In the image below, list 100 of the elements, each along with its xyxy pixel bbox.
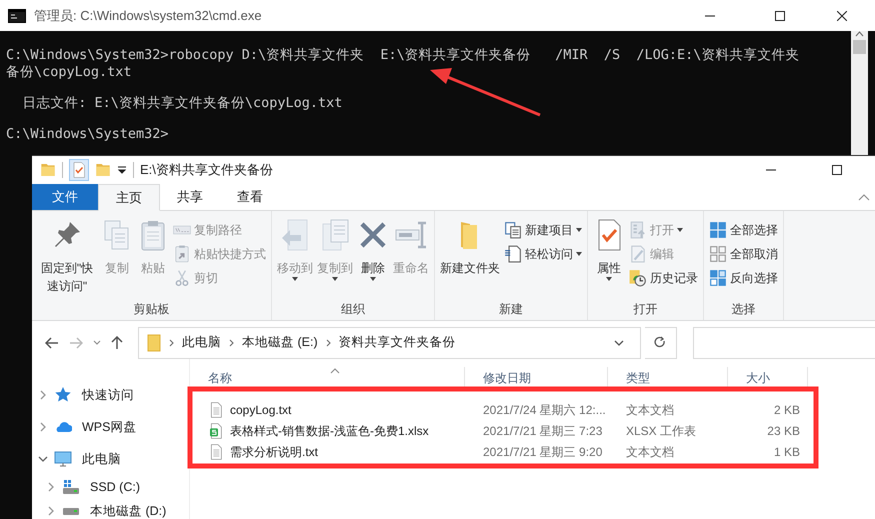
column-header[interactable]: 类型 [626,369,650,387]
table-cell: 2021/7/21 星期三 7:23 [483,424,602,438]
tree-item[interactable]: 此电脑 [32,443,189,475]
maximize-icon [832,165,842,175]
table-cell: XLSX 工作表 [626,424,696,438]
chevron-down-icon [38,454,48,464]
grid-icon [709,269,727,287]
chevron-right-icon [38,390,48,400]
group-label: 组织 [340,301,366,318]
console-line: 日志文件: E:\资料共享文件夹备份\copyLog.txt [21,95,342,112]
caret-icon [370,277,376,281]
table-cell: 1 KB [774,444,800,458]
column-header[interactable]: 大小 [746,369,770,387]
caret-icon [677,228,683,232]
search-field[interactable] [692,326,875,358]
text-file-icon [208,442,224,460]
toolbar-button[interactable] [69,159,89,181]
grid-icon [709,221,727,239]
breadcrumb-item[interactable]: 资料共享文件夹备份 [338,333,456,352]
text-file-icon [208,400,224,418]
ribbon-button[interactable]: 全部取消 [708,243,779,265]
breadcrumb-item[interactable]: 此电脑 [182,333,221,352]
chevron-right-icon [46,506,56,516]
tree-item[interactable]: SSD (C:) [32,475,189,499]
ribbon-tab[interactable]: 主页 [98,184,160,211]
ribbon-button[interactable]: 轻松访问 [503,243,583,265]
console-line: C:\Windows\System32>robocopy D:\资料共享文件夹 E:\资料共享文件夹备份 /MIR /S /LOG:E:\资料共享文件夹 [6,47,800,64]
chevron-down-icon [614,340,624,346]
tree-item[interactable]: 快速访问 [32,379,189,411]
caret-icon [606,277,612,281]
tree-item[interactable]: WPS网盘 [32,411,189,443]
spreadsheet-file-icon [208,422,224,440]
ribbon-button[interactable]: 删除 [356,215,390,300]
table-cell: 2 KB [774,402,800,416]
address-bar[interactable]: 此电脑 本地磁盘 (E:) 资料共享文件夹备份 [138,326,641,358]
refresh-button[interactable] [644,326,677,358]
column-header[interactable]: 修改日期 [483,369,531,387]
group-label: 打开 [632,301,658,318]
file-row[interactable]: 表格样式-销售数据-浅蓝色-免费1.xlsx 2021/7/21 星期三 7:23 XLSX 工作表 23 KB [190,420,875,441]
refresh-icon [654,336,666,349]
window-title: 管理员: C:\Windows\system32\cmd.exe [34,6,263,25]
file-name: 表格样式-销售数据-浅蓝色-免费1.xlsx [230,422,429,440]
folder-icon [95,162,111,178]
ribbon-button[interactable]: 历史记录 [628,267,699,289]
console-line: 备份\copyLog.txt [6,64,132,81]
group-label: 剪贴板 [132,301,170,318]
caret-icon [576,228,582,232]
group-label: 新建 [498,301,524,318]
monitor-icon [54,450,72,468]
chevron-right-icon [326,338,331,346]
chevron-right-icon [229,338,234,346]
file-row[interactable]: 需求分析说明.txt 2021/7/21 星期三 9:20 文本文档 1 KB [190,441,875,462]
page-icon [504,245,522,263]
dropdown-icon [117,166,127,174]
page-icon [629,221,647,239]
drive-icon [62,506,80,516]
table-cell: 文本文档 [626,444,674,458]
close-icon [837,10,847,20]
up-icon [111,336,123,350]
ribbon-button[interactable]: 新建文件夹 [439,215,501,300]
ribbon-tab[interactable]: 共享 [160,184,220,210]
group-label: 选择 [730,301,756,318]
table-cell: 23 KB [767,424,800,438]
folder-icon [40,162,56,178]
chevron-right-icon [169,338,174,346]
scissors-icon [173,269,191,287]
scroll-bar[interactable] [851,31,868,155]
ribbon-button[interactable]: 属性 [592,215,626,300]
column-header[interactable]: 名称 [208,369,232,387]
pencil-page-icon [629,245,647,263]
console-line: C:\Windows\System32> [6,126,169,143]
console-app-icon [8,8,26,22]
ribbon-button[interactable]: 新建项目 [503,219,583,241]
chevron-right-icon [38,422,48,432]
table-cell: 文本文档 [626,402,674,416]
ribbon-button[interactable]: 全部选择 [708,219,779,241]
ribbon-button[interactable]: 固定到"快速访问" [36,215,98,300]
ribbon-button[interactable]: 反向选择 [708,267,779,289]
table-cell: 2021/7/21 星期三 9:20 [483,444,602,458]
file-name: 需求分析说明.txt [230,444,318,460]
square-grid-icon [709,245,727,263]
ribbon-tab[interactable]: 查看 [220,184,280,210]
forward-icon [69,336,83,348]
caret-icon [292,277,298,281]
pages-icon [504,221,522,239]
table-cell: 2021/7/24 星期六 12:... [483,402,606,416]
drive-icon [62,478,80,496]
back-icon [45,336,59,348]
window-title: E:\资料共享文件夹备份 [140,161,274,180]
tree-item[interactable]: 本地磁盘 (D:) [32,499,189,519]
chevron-up-icon [858,194,870,200]
star-icon [54,386,72,404]
caret-icon [332,277,338,281]
file-row[interactable]: copyLog.txt 2021/7/24 星期六 12:... 文本文档 2 KB [190,399,875,420]
ribbon-tab[interactable]: 文件 [32,184,98,210]
file-name: copyLog.txt [230,402,292,418]
scroll-thumb[interactable] [853,40,866,54]
breadcrumb-item[interactable]: 本地磁盘 (E:) [242,333,318,352]
maximize-icon [775,10,785,20]
folder-clock-icon [629,269,647,287]
